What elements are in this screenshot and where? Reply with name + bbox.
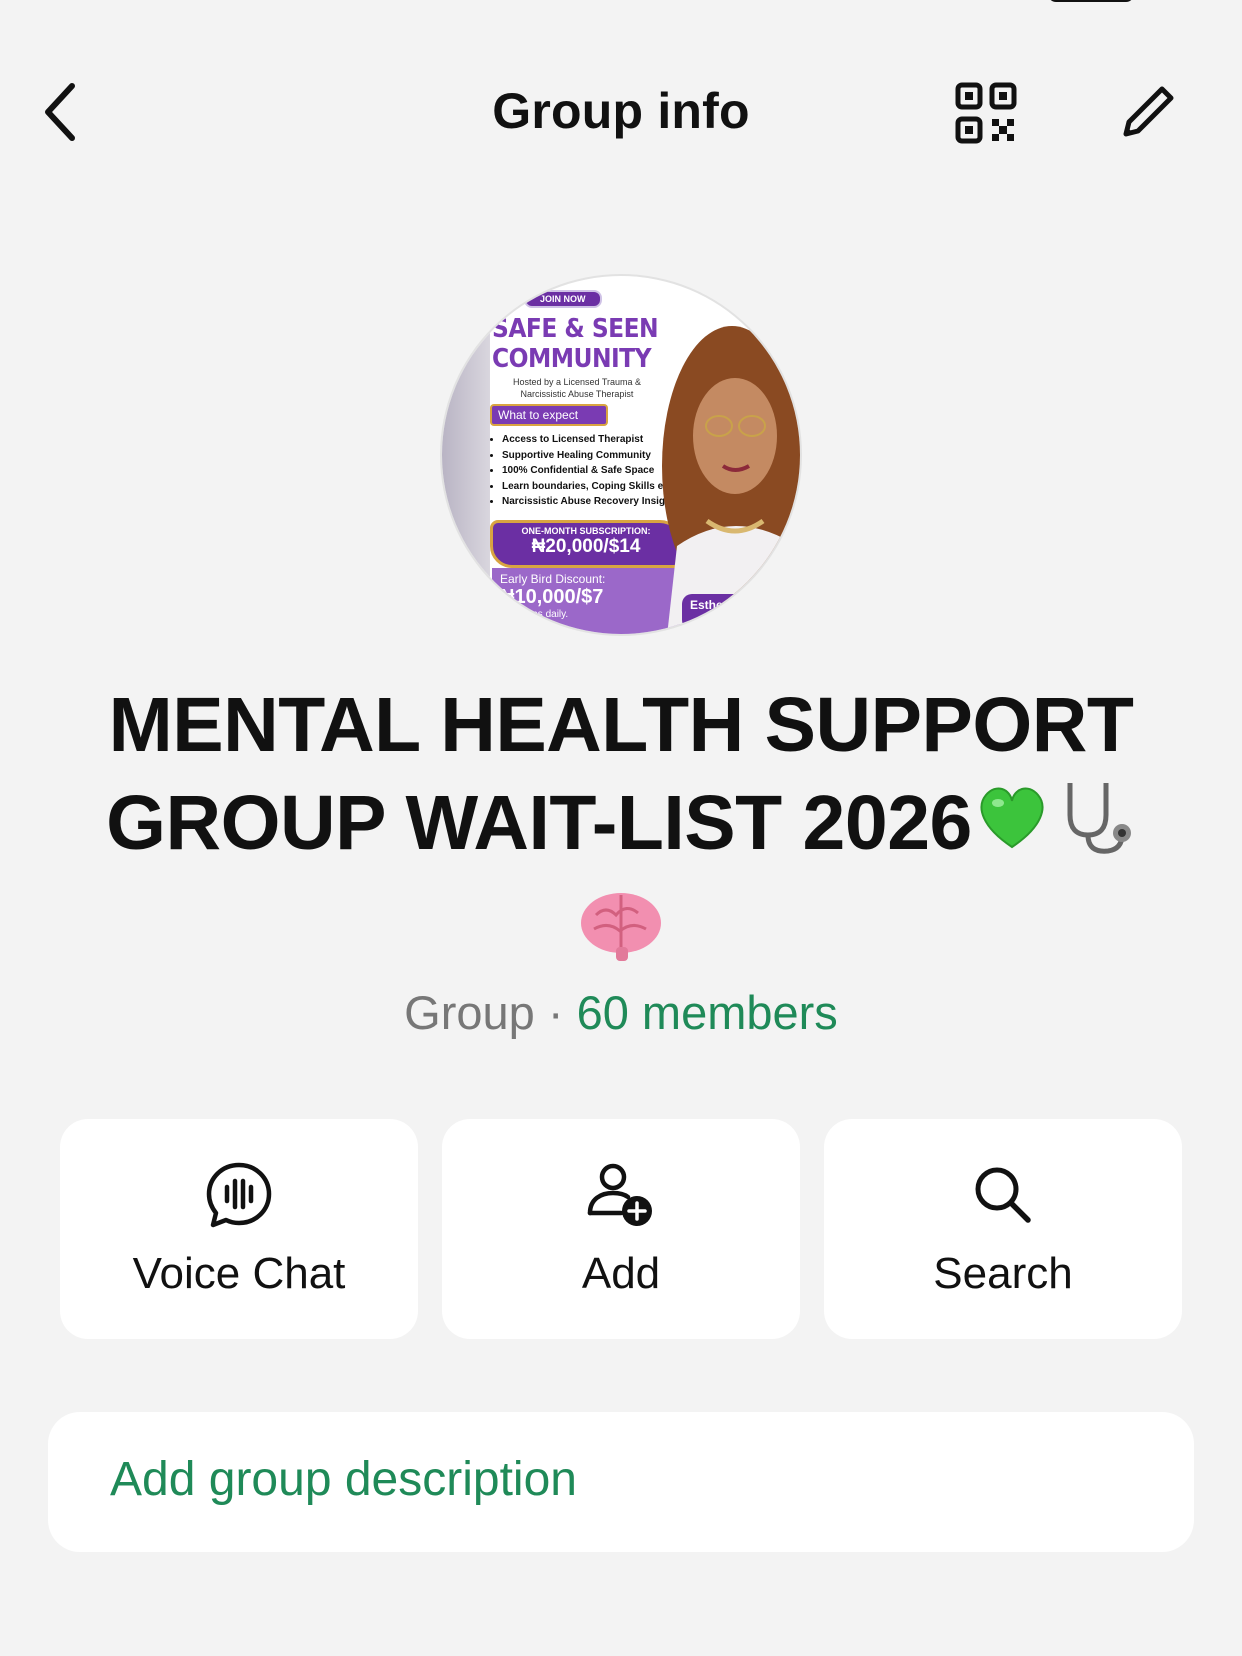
add-description-link[interactable]: Add group description (110, 1452, 577, 1507)
poster-early-bird-price: ₦10,000/$7 (500, 586, 604, 608)
poster-subscription: ONE-MONTH SUBSCRIPTION: ₦20,000/$14 (490, 520, 682, 568)
top-bar: Group info (0, 0, 1242, 190)
green-heart-icon (972, 777, 1052, 880)
meta-separator: · (547, 986, 564, 1039)
poster-heading-line2: COMMUNITY (492, 344, 652, 374)
poster-what-to-expect: What to expect (492, 406, 606, 424)
group-name-line3 (30, 882, 1212, 988)
search-button[interactable]: Search (824, 1119, 1182, 1339)
poster-name-badge: Esthe (682, 594, 772, 630)
add-member-button[interactable]: Add (442, 1119, 800, 1339)
poster-heading: SAFE & SEEN COMMUNITY (492, 314, 659, 374)
add-label: Add (581, 1249, 661, 1298)
stethoscope-icon (1052, 775, 1136, 882)
group-name: MENTAL HEALTH SUPPORT GROUP WAIT-LIST 20… (30, 676, 1212, 988)
search-icon (975, 1167, 1031, 1223)
add-person-icon (587, 1163, 652, 1226)
qr-code-icon (955, 82, 1017, 144)
poster-early-bird-note: increases daily. (500, 609, 569, 620)
poster-join-badge: JOIN NOW (524, 290, 602, 308)
poster-heading-line1: SAFE & SEEN (492, 314, 659, 344)
poster-subscription-label: ONE-MONTH SUBSCRIPTION: (521, 526, 651, 536)
poster-hosted-line2: Narcissistic Abuse Therapist (520, 389, 634, 399)
avatar-edge (442, 276, 490, 634)
voice-chat-icon (206, 1162, 272, 1228)
poster-subscription-price: ₦20,000/$14 (531, 536, 641, 557)
group-avatar[interactable]: JOIN NOW SAFE & SEEN COMMUNITY Hosted by… (442, 276, 800, 634)
poster-early-bird: Early Bird Discount: ₦10,000/$7 increase… (492, 568, 680, 634)
voice-chat-label: Voice Chat (132, 1249, 346, 1298)
add-icon-wrap (442, 1159, 800, 1231)
search-icon-wrap (824, 1159, 1182, 1231)
group-meta: Group · 60 members (0, 985, 1242, 1040)
members-count-link[interactable]: 60 members (577, 986, 838, 1039)
poster-availability: AVAILABLE (500, 620, 551, 630)
search-label: Search (933, 1249, 1073, 1298)
poster-hosted-line1: Hosted by a Licensed Trauma & (512, 377, 642, 387)
group-description-card[interactable]: Add group description (48, 1412, 1194, 1552)
poster-portrait-image (662, 326, 800, 634)
group-name-line2: GROUP WAIT-LIST 2026 (106, 780, 972, 866)
action-row: Voice Chat Add Search (60, 1119, 1182, 1339)
edit-button[interactable] (1120, 82, 1178, 140)
group-name-line2-wrap: GROUP WAIT-LIST 2026 (30, 774, 1212, 882)
qr-code-button[interactable] (955, 82, 1017, 144)
voice-chat-icon-wrap (60, 1159, 418, 1231)
poster-early-bird-label: Early Bird Discount: (500, 572, 606, 586)
voice-chat-button[interactable]: Voice Chat (60, 1119, 418, 1339)
group-name-line1: MENTAL HEALTH SUPPORT (108, 682, 1134, 768)
brain-icon (576, 885, 666, 988)
status-indicator (1048, 0, 1134, 2)
poster-hosted-by: Hosted by a Licensed Trauma & Narcissist… (492, 376, 662, 400)
page-title: Group info (492, 83, 750, 139)
pencil-icon (1123, 86, 1174, 137)
group-type-label: Group (404, 986, 535, 1039)
